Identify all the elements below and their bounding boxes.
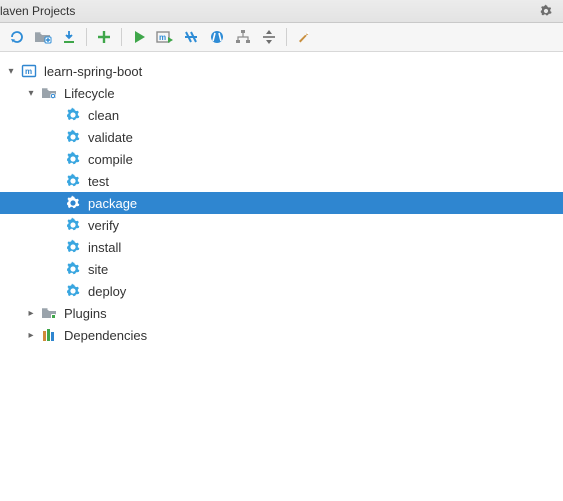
download-icon — [61, 29, 77, 45]
gear-icon — [64, 260, 82, 278]
tree-plugins-row[interactable]: ▸ Plugins — [0, 302, 563, 324]
skip-tests-icon — [183, 29, 199, 45]
lifecycle-goal-row[interactable]: verify — [0, 214, 563, 236]
toolbar-download-button[interactable] — [56, 24, 82, 50]
toolbar-run-button[interactable] — [126, 24, 152, 50]
toolbar-separator — [286, 28, 287, 46]
tree-label: Plugins — [64, 306, 107, 321]
svg-text:m: m — [25, 67, 32, 76]
folder-plus-icon — [34, 29, 52, 45]
chevron-right-icon[interactable]: ▸ — [24, 306, 38, 320]
run-config-icon: m — [156, 29, 174, 45]
chevron-right-icon[interactable]: ▸ — [24, 328, 38, 342]
toolbar-refresh-button[interactable] — [4, 24, 30, 50]
lifecycle-goal-label: compile — [88, 152, 133, 167]
toolbar-collapse-button[interactable] — [256, 24, 282, 50]
panel-title: laven Projects — [0, 0, 75, 22]
toolbar-settings-button[interactable] — [291, 24, 317, 50]
run-icon — [131, 29, 147, 45]
lifecycle-goal-label: site — [88, 262, 108, 277]
toolbar-separator — [86, 28, 87, 46]
lifecycle-goal-row[interactable]: package — [0, 192, 563, 214]
project-tree[interactable]: ▾ m learn-spring-boot ▾ Lifecycle clean v… — [0, 52, 563, 346]
lifecycle-goal-label: verify — [88, 218, 119, 233]
gear-icon — [64, 150, 82, 168]
panel-gear-button[interactable] — [533, 0, 559, 24]
tree-lifecycle-row[interactable]: ▾ Lifecycle — [0, 82, 563, 104]
panel-header: laven Projects — [0, 0, 563, 23]
tree-label: Dependencies — [64, 328, 147, 343]
toolbar-deps-button[interactable] — [230, 24, 256, 50]
lifecycle-goal-row[interactable]: deploy — [0, 280, 563, 302]
gear-icon — [64, 106, 82, 124]
chevron-down-icon[interactable]: ▾ — [24, 86, 38, 100]
tree-label: learn-spring-boot — [44, 64, 142, 79]
toolbar-skip-tests-button[interactable] — [178, 24, 204, 50]
tree-dependencies-row[interactable]: ▸ Dependencies — [0, 324, 563, 346]
wrench-icon — [296, 29, 312, 45]
lifecycle-goal-label: install — [88, 240, 121, 255]
lifecycle-goal-label: test — [88, 174, 109, 189]
deps-icon — [235, 29, 251, 45]
tree-project-row[interactable]: ▾ m learn-spring-boot — [0, 60, 563, 82]
lifecycle-goal-row[interactable]: validate — [0, 126, 563, 148]
folder-dependencies-icon — [40, 326, 58, 344]
toolbar-separator — [121, 28, 122, 46]
lifecycle-goal-row[interactable]: test — [0, 170, 563, 192]
maven-project-icon: m — [20, 62, 38, 80]
tree-label: Lifecycle — [64, 86, 115, 101]
toolbar: m — [0, 23, 563, 52]
lifecycle-goal-label: package — [88, 196, 137, 211]
gear-icon — [64, 282, 82, 300]
toolbar-run-config-button[interactable]: m — [152, 24, 178, 50]
lifecycle-goal-label: deploy — [88, 284, 126, 299]
svg-text:m: m — [159, 33, 166, 42]
folder-plugins-icon — [40, 304, 58, 322]
toolbar-generate-button[interactable] — [30, 24, 56, 50]
gear-icon — [539, 4, 553, 18]
toolbar-offline-button[interactable] — [204, 24, 230, 50]
gear-icon — [64, 216, 82, 234]
plus-icon — [96, 29, 112, 45]
gear-icon — [64, 194, 82, 212]
gear-icon — [64, 172, 82, 190]
lifecycle-goal-label: validate — [88, 130, 133, 145]
folder-lifecycle-icon — [40, 84, 58, 102]
collapse-icon — [261, 29, 277, 45]
lifecycle-goal-row[interactable]: install — [0, 236, 563, 258]
gear-icon — [64, 238, 82, 256]
lifecycle-goal-label: clean — [88, 108, 119, 123]
gear-icon — [64, 128, 82, 146]
lifecycle-goal-row[interactable]: site — [0, 258, 563, 280]
chevron-down-icon[interactable]: ▾ — [4, 64, 18, 78]
toolbar-add-button[interactable] — [91, 24, 117, 50]
lifecycle-goal-row[interactable]: clean — [0, 104, 563, 126]
offline-icon — [209, 29, 225, 45]
lifecycle-goal-row[interactable]: compile — [0, 148, 563, 170]
refresh-icon — [9, 29, 25, 45]
